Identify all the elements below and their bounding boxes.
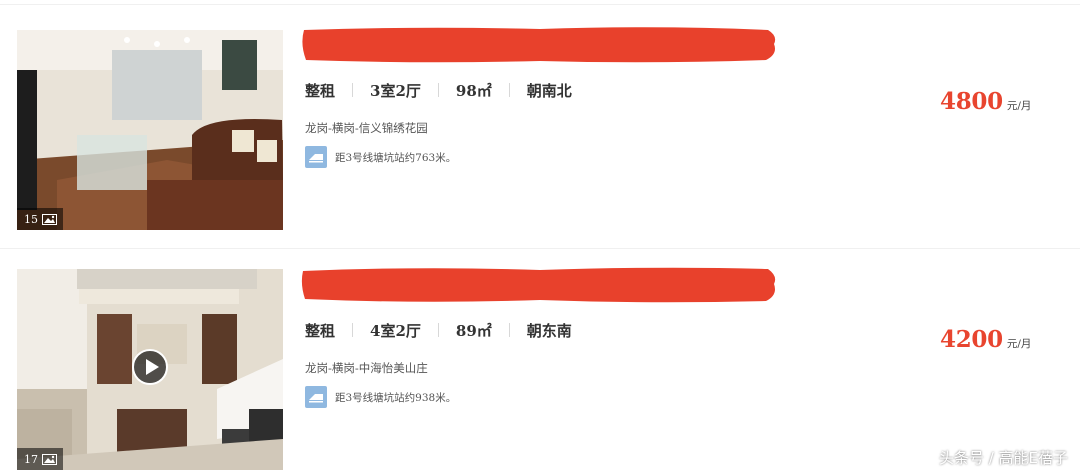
photo-count-badge: 17 xyxy=(17,448,63,470)
photo-count: 15 xyxy=(24,212,38,226)
rent-type: 整租 xyxy=(305,321,336,340)
listing-location[interactable]: 龙岗-横岗-信义锦绣花园 xyxy=(305,120,428,136)
price-unit: 元/月 xyxy=(1006,338,1032,350)
room-layout: 3室2厅 xyxy=(370,81,421,100)
price-amount: 4800 xyxy=(940,88,1003,115)
listing-card[interactable]: 15 整租 3室2厅 98㎡ 朝南北 龙岗-横岗-信义锦绣花园 距3号线塘坑站约… xyxy=(0,0,1080,230)
price: 4200 元/月 xyxy=(940,326,1031,353)
price-amount: 4200 xyxy=(940,326,1003,353)
price-unit: 元/月 xyxy=(1006,100,1032,112)
subway-info: 距3号线塘坑站约938米。 xyxy=(305,386,456,408)
floor-area: 89㎡ xyxy=(455,321,492,340)
orientation: 朝南北 xyxy=(526,81,572,100)
title-redaction xyxy=(302,27,776,63)
listing-photo[interactable]: 15 xyxy=(17,30,283,230)
play-icon[interactable] xyxy=(132,349,168,385)
room-layout: 4室2厅 xyxy=(370,321,421,340)
subway-distance: 距3号线塘坑站约938米。 xyxy=(335,391,457,404)
listing-location[interactable]: 龙岗-横岗-中海怡美山庄 xyxy=(305,360,428,376)
image-icon xyxy=(42,453,57,465)
subway-icon xyxy=(305,146,327,168)
image-icon xyxy=(42,213,57,225)
photo-count: 17 xyxy=(24,452,38,466)
watermark: 头条号 / 高能E蓓子 xyxy=(938,449,1068,467)
rent-type: 整租 xyxy=(305,81,336,100)
listing-meta: 整租 3室2厅 98㎡ 朝南北 xyxy=(305,78,589,102)
listing-photo[interactable]: 17 xyxy=(17,269,283,470)
subway-info: 距3号线塘坑站约763米。 xyxy=(305,146,456,168)
listing-card[interactable]: 17 整租 4室2厅 89㎡ 朝东南 龙岗-横岗-中海怡美山庄 距3号线塘坑站约… xyxy=(0,240,1080,470)
orientation: 朝东南 xyxy=(526,321,572,340)
subway-distance: 距3号线塘坑站约763米。 xyxy=(335,151,457,164)
listing-meta: 整租 4室2厅 89㎡ 朝东南 xyxy=(305,318,589,342)
price: 4800 元/月 xyxy=(940,88,1031,115)
subway-icon xyxy=(305,386,327,408)
photo-count-badge: 15 xyxy=(17,208,63,230)
living-room-photo xyxy=(17,30,283,230)
title-redaction xyxy=(301,267,776,303)
floor-area: 98㎡ xyxy=(455,81,492,100)
